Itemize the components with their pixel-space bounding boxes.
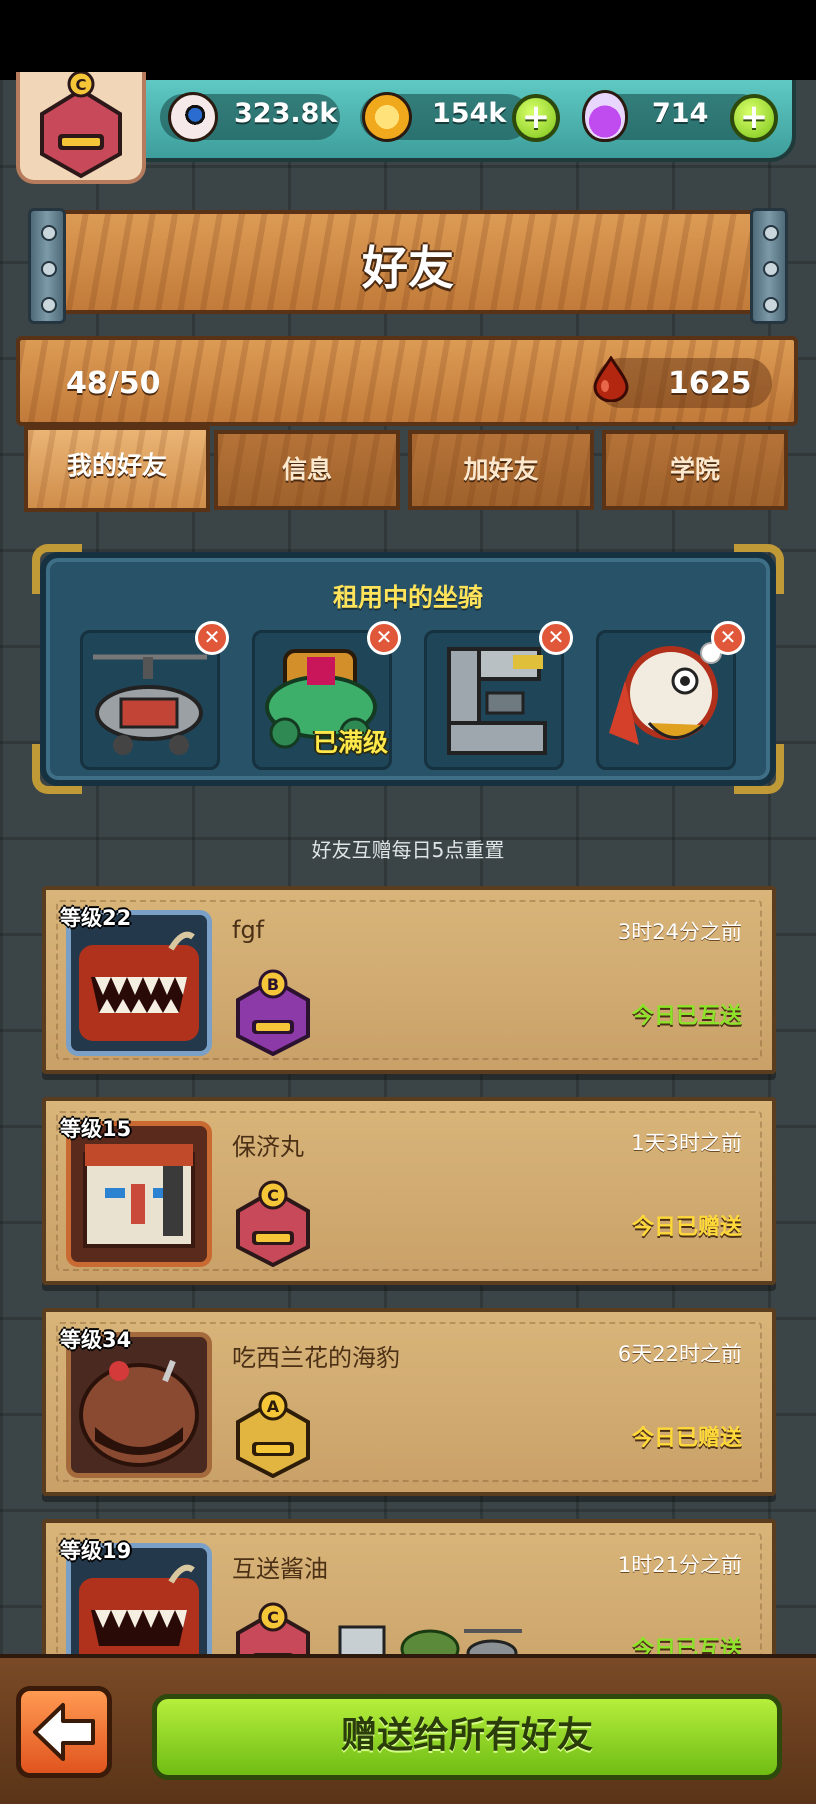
mount-slot[interactable]: 已满级 ✕: [252, 621, 401, 770]
potion-icon: [582, 90, 628, 142]
lion-dance-mount-icon: [609, 642, 722, 745]
tab-academy[interactable]: 学院: [602, 430, 788, 510]
rank-b-badge-icon: B: [236, 969, 310, 1056]
tab-my-friends[interactable]: 我的好友: [24, 426, 210, 512]
blood-count: 1625: [668, 366, 752, 401]
friend-card[interactable]: 等级22 fgf 3时24分之前 B 今日已互送: [42, 886, 776, 1074]
back-arrow-icon: [33, 1703, 95, 1761]
mount-slot[interactable]: ✕: [80, 621, 229, 770]
gift-status: 今日已赠送: [631, 1426, 742, 1451]
rank-c-badge-icon: C: [236, 1180, 310, 1267]
potion-count: 714: [652, 98, 709, 129]
mount-slot[interactable]: ✕: [424, 621, 573, 770]
friend-name: 吃西兰花的海豹: [232, 1344, 400, 1372]
panel-corner: [32, 744, 82, 794]
back-button[interactable]: [16, 1686, 112, 1778]
red-monster-avatar-icon: [79, 931, 199, 1041]
title-plank: 好友: [28, 208, 788, 324]
remove-mount-button[interactable]: ✕: [367, 621, 401, 655]
rank-a-badge-icon: A: [236, 1391, 310, 1478]
friend-card[interactable]: 等级34 吃西兰花的海豹 6天22时之前 A 今日已赠送: [42, 1308, 776, 1496]
coin-count: 154k: [432, 98, 507, 129]
rental-panel: 租用中的坐骑 ✕ 已满级 ✕ ✕ ✕: [32, 544, 784, 794]
friend-name: 互送酱油: [232, 1555, 328, 1583]
reset-note: 好友互赠每日5点重置: [311, 838, 505, 862]
last-seen: 3时24分之前: [617, 920, 742, 944]
friend-level: 等级15: [60, 1117, 132, 1141]
friend-name: fgf: [232, 916, 265, 944]
last-seen: 6天22时之前: [617, 1342, 742, 1366]
gift-status: 今日已互送: [631, 1004, 742, 1029]
eyeball-icon: [168, 92, 218, 142]
count-plank: 48/50 1625: [16, 336, 798, 426]
tab-add-friend[interactable]: 加好友: [408, 430, 594, 510]
eyeball-count: 323.8k: [234, 98, 338, 129]
rank-letter: C: [75, 76, 86, 94]
rank-letter: A: [267, 1397, 280, 1416]
add-coin-button[interactable]: +: [512, 94, 560, 142]
rental-title: 租用中的坐骑: [332, 583, 483, 612]
resource-bar: 323.8k 154k + 714 +: [120, 80, 796, 162]
last-seen: 1时21分之前: [617, 1553, 742, 1577]
friend-name: 保济丸: [232, 1133, 304, 1161]
remove-mount-button[interactable]: ✕: [539, 621, 573, 655]
rank-letter: C: [267, 1608, 279, 1627]
status-bar: [0, 0, 816, 80]
tab-messages[interactable]: 信息: [214, 430, 400, 510]
brown-blob-avatar-icon: [79, 1359, 199, 1467]
gift-status: 今日已赠送: [631, 1215, 742, 1240]
grey-machine-mount-icon: [447, 647, 547, 755]
coin-icon: [362, 92, 412, 142]
remove-mount-button[interactable]: ✕: [711, 621, 745, 655]
max-level-badge: 已满级: [313, 728, 389, 757]
friend-level: 等级34: [60, 1328, 132, 1352]
blood-drop-icon: [593, 356, 629, 402]
player-avatar[interactable]: C: [16, 72, 146, 184]
friend-count: 48/50: [66, 366, 161, 401]
friend-card[interactable]: 等级15 保济丸 1天3时之前 C 今日已赠送: [42, 1097, 776, 1285]
friend-level: 等级22: [60, 906, 132, 930]
rank-c-badge-icon: C: [40, 72, 122, 179]
last-seen: 1天3时之前: [631, 1131, 742, 1155]
helicopter-mount-icon: [93, 654, 207, 755]
gift-all-button[interactable]: 赠送给所有好友: [152, 1694, 782, 1780]
friend-level: 等级19: [60, 1539, 132, 1563]
panel-corner: [734, 744, 784, 794]
robot-face-avatar-icon: [83, 1144, 195, 1248]
remove-mount-button[interactable]: ✕: [195, 621, 229, 655]
page-title: 好友: [362, 241, 454, 295]
mount-slot[interactable]: ✕: [596, 621, 745, 770]
rank-letter: C: [267, 1186, 279, 1205]
rank-letter: B: [267, 975, 279, 994]
add-potion-button[interactable]: +: [730, 94, 778, 142]
